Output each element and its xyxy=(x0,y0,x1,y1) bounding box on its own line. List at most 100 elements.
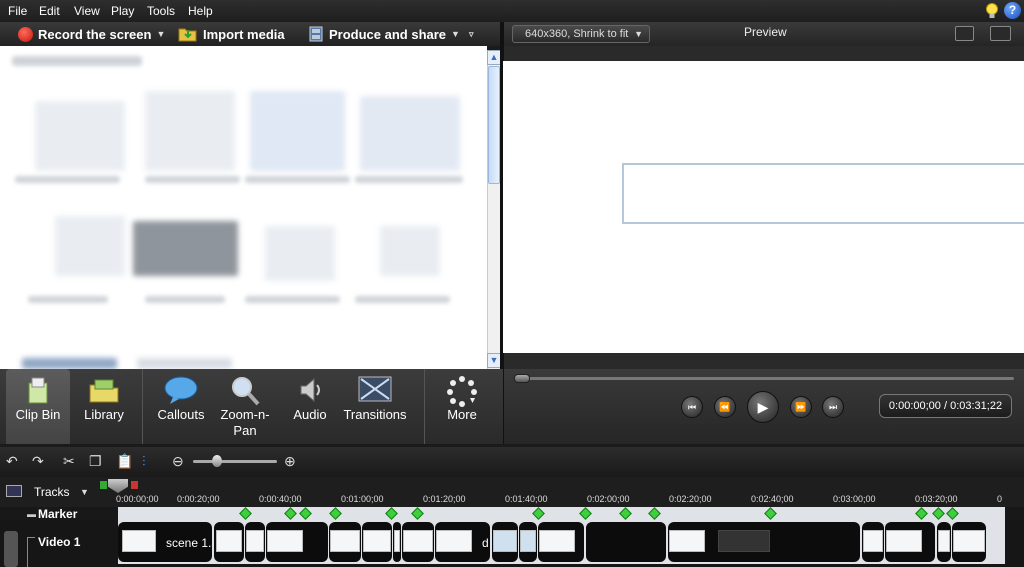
video-clip[interactable] xyxy=(393,522,401,562)
clip-title: d xyxy=(482,536,489,550)
clip-thumbnail xyxy=(886,530,922,552)
menu-help[interactable]: Help xyxy=(188,4,213,18)
menu-tools[interactable]: Tools xyxy=(147,4,175,18)
video-clip[interactable] xyxy=(402,522,434,562)
expand-marker-icon[interactable]: ▬ xyxy=(27,509,36,519)
media-thumbnail[interactable] xyxy=(145,91,235,171)
paste-icon[interactable]: 📋 xyxy=(116,453,133,470)
video-clip[interactable] xyxy=(538,522,584,562)
media-thumbnail[interactable] xyxy=(55,216,125,276)
video-clip[interactable] xyxy=(214,522,244,562)
video-clip[interactable] xyxy=(937,522,951,562)
tab-more[interactable]: More xyxy=(430,369,494,444)
clip-thumbnail xyxy=(403,530,433,552)
tracks-label[interactable]: Tracks xyxy=(34,485,70,499)
seek-handle[interactable] xyxy=(514,374,530,383)
video-clip[interactable] xyxy=(952,522,986,562)
menu-view[interactable]: View xyxy=(74,4,100,18)
seek-bar[interactable] xyxy=(518,377,1014,380)
thumbnail-label xyxy=(145,176,240,183)
tab-clip-bin[interactable]: Clip Bin xyxy=(6,369,70,444)
import-media-button[interactable]: Import media xyxy=(178,25,285,43)
undo-icon[interactable]: ↶ xyxy=(6,453,18,470)
tab-audio[interactable]: Audio xyxy=(282,369,338,444)
scroll-down-arrow-icon[interactable]: ▼ xyxy=(487,353,501,368)
chevron-down-icon[interactable]: ▼ xyxy=(80,487,89,497)
menu-file[interactable]: File xyxy=(8,4,27,18)
tab-zoom-n-pan[interactable]: Zoom-n-Pan xyxy=(214,369,276,444)
clip-thumbnail xyxy=(669,530,705,552)
video-clip[interactable] xyxy=(266,522,328,562)
clip-thumbnail xyxy=(394,530,400,552)
ruler-label: 0:03:00;00 xyxy=(833,494,876,504)
fast-forward-button[interactable]: ⏩ xyxy=(790,396,812,418)
skip-end-button[interactable]: ⏭ xyxy=(822,396,844,418)
media-thumbnail[interactable] xyxy=(35,101,125,171)
main-toolbar: Record the screen ▼ Import media Produce… xyxy=(0,22,500,46)
video-clip[interactable] xyxy=(362,522,392,562)
copy-icon[interactable]: ❐ xyxy=(89,453,102,470)
video-clip[interactable] xyxy=(329,522,361,562)
selection-start-marker[interactable] xyxy=(100,481,107,489)
overflow-chevron-icon[interactable]: ▿ xyxy=(469,29,474,40)
tab-callouts[interactable]: Callouts xyxy=(150,369,212,444)
menu-play[interactable]: Play xyxy=(111,4,134,18)
video-clip[interactable] xyxy=(519,522,537,562)
scrollbar-thumb[interactable] xyxy=(488,66,500,184)
media-thumbnail[interactable] xyxy=(133,221,238,276)
help-icon[interactable]: ? xyxy=(1004,2,1021,19)
ruler-label: 0 xyxy=(997,494,1003,504)
clip-bin-panel[interactable] xyxy=(0,46,487,369)
media-thumbnail[interactable] xyxy=(265,226,335,281)
tab-library-label: Library xyxy=(84,407,124,422)
tab-separator xyxy=(142,369,143,444)
video-clip[interactable] xyxy=(492,522,518,562)
video-clip[interactable] xyxy=(245,522,265,562)
media-thumbnail[interactable] xyxy=(22,358,117,369)
clip-thumbnail xyxy=(520,530,536,552)
clip-thumbnail xyxy=(436,530,472,552)
tab-transitions[interactable]: Transitions xyxy=(340,369,410,444)
video-clip[interactable]: d xyxy=(435,522,490,562)
video-clip[interactable] xyxy=(885,522,935,562)
media-thumbnail[interactable] xyxy=(137,358,232,369)
fullscreen-icon[interactable] xyxy=(955,26,974,41)
produce-share-button[interactable]: Produce and share ▼ ▿ xyxy=(308,25,474,43)
callout-rectangle[interactable] xyxy=(622,163,1024,224)
video-clip[interactable] xyxy=(586,522,666,562)
split-icon[interactable]: ⫶ xyxy=(142,453,146,470)
zoom-slider-handle[interactable] xyxy=(212,455,222,467)
track-handle[interactable] xyxy=(4,531,18,567)
tab-separator xyxy=(424,369,425,444)
selection-end-marker[interactable] xyxy=(131,481,138,489)
video-clip[interactable] xyxy=(668,522,860,562)
record-screen-button[interactable]: Record the screen ▼ xyxy=(18,25,165,43)
play-button[interactable]: ▶ xyxy=(747,391,779,423)
preview-size-dropdown[interactable]: 640x360, Shrink to fit ▼ xyxy=(512,25,650,43)
media-thumbnail[interactable] xyxy=(380,226,440,276)
menu-bar: File Edit View Play Tools Help ? xyxy=(0,0,1024,22)
rewind-button[interactable]: ⏪ xyxy=(714,396,736,418)
zoom-in-icon[interactable]: ⊕ xyxy=(284,453,296,470)
timecode-display: 0:00:00;00 / 0:03:31;22 xyxy=(879,394,1012,418)
skip-start-button[interactable]: ⏮ xyxy=(681,396,703,418)
zoom-out-icon[interactable]: ⊖ xyxy=(172,453,184,470)
video-clip[interactable]: scene 1.a xyxy=(118,522,212,562)
cut-icon[interactable]: ✂ xyxy=(63,453,75,470)
clip-thumbnail xyxy=(363,530,391,552)
media-thumbnail[interactable] xyxy=(250,91,345,171)
ruler-label: 0:02:00;00 xyxy=(587,494,630,504)
thumbnail-label xyxy=(245,296,340,303)
tab-library[interactable]: Library xyxy=(72,369,136,444)
chevron-down-icon: ▼ xyxy=(156,29,166,39)
redo-icon[interactable]: ↷ xyxy=(32,453,44,470)
tracks-icon[interactable] xyxy=(6,485,22,497)
menu-edit[interactable]: Edit xyxy=(39,4,60,18)
scroll-up-arrow-icon[interactable]: ▲ xyxy=(487,50,501,65)
timeline-zoom-slider[interactable] xyxy=(193,460,277,463)
clip-thumbnail xyxy=(493,530,517,552)
lightbulb-icon[interactable] xyxy=(984,2,1000,19)
video-clip[interactable] xyxy=(862,522,884,562)
media-thumbnail[interactable] xyxy=(360,96,460,171)
detach-preview-icon[interactable] xyxy=(990,26,1011,41)
